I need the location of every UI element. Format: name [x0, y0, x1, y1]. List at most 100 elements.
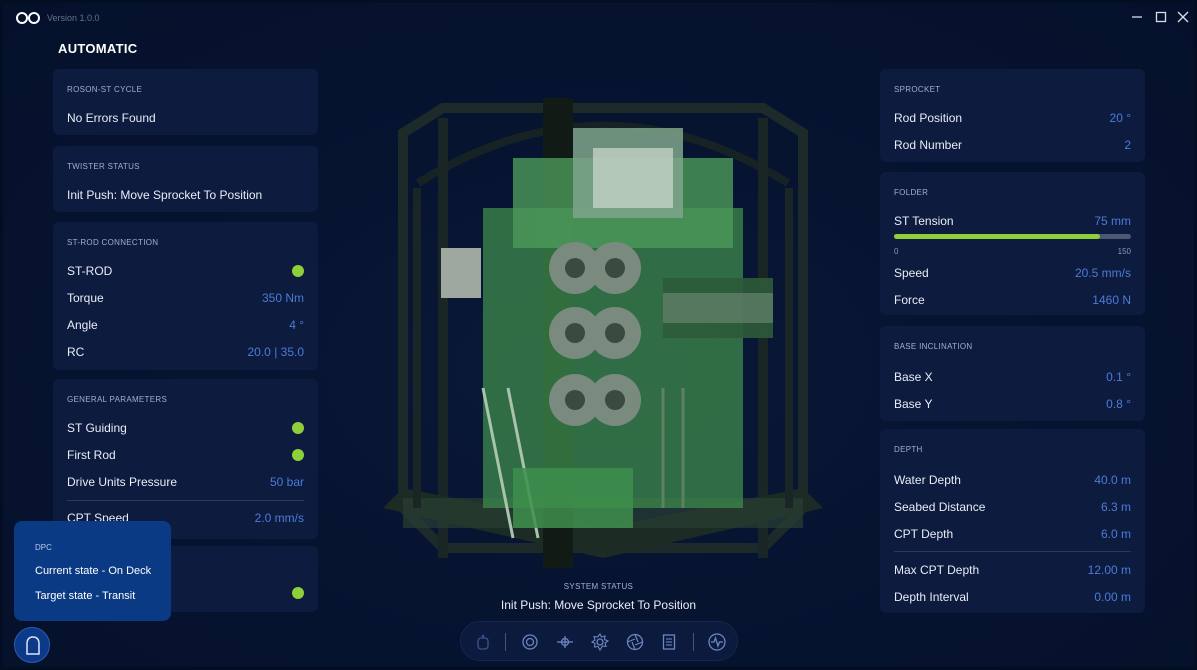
rod-number-row: Rod Number 2	[894, 136, 1131, 154]
base-x-value: 0.1 °	[1106, 370, 1131, 384]
speed-row: Speed 20.5 mm/s	[894, 264, 1131, 282]
cycle-card: ROSON-ST CYCLE No Errors Found	[53, 69, 318, 135]
st-tension-max-tick: 150	[1117, 247, 1131, 256]
crosshair-icon[interactable]	[555, 632, 575, 652]
rod-number-label: Rod Number	[894, 138, 963, 152]
dpc-popup[interactable]: DPC Current state - On Deck Target state…	[14, 521, 171, 621]
machine-3d-model[interactable]	[363, 88, 843, 598]
cpt-depth-value: 6.0 m	[1100, 527, 1131, 541]
st-guiding-label: ST Guiding	[67, 421, 127, 435]
max-cpt-depth-row: Max CPT Depth 12.00 m	[894, 561, 1131, 579]
force-row: Force 1460 N	[894, 291, 1131, 309]
force-label: Force	[894, 293, 925, 307]
first-rod-label: First Rod	[67, 448, 116, 462]
st-rod-label: ST-ROD	[67, 264, 113, 278]
seabed-distance-value: 6.3 m	[1100, 500, 1131, 514]
rod-position-label: Rod Position	[894, 111, 963, 125]
depth-card-title: DEPTH	[894, 445, 923, 454]
water-depth-label: Water Depth	[894, 473, 961, 487]
st-guiding-row: ST Guiding	[67, 419, 304, 437]
infinity-logo-icon	[16, 12, 40, 24]
angle-label: Angle	[67, 318, 98, 332]
cycle-card-title: ROSON-ST CYCLE	[67, 85, 143, 94]
minimize-icon[interactable]	[1129, 9, 1145, 25]
cpt-depth-label: CPT Depth	[894, 527, 954, 541]
rod-number-value: 2	[1124, 138, 1131, 152]
st-tension-value: 75 mm	[1094, 214, 1131, 228]
toolbar-divider	[693, 633, 694, 651]
water-depth-value: 40.0 m	[1094, 473, 1131, 487]
base-inclination-card-title: BASE INCLINATION	[894, 342, 973, 351]
close-icon[interactable]	[1175, 9, 1191, 25]
document-icon[interactable]	[659, 632, 679, 652]
seabed-distance-row: Seabed Distance 6.3 m	[894, 498, 1131, 516]
divider	[67, 500, 304, 501]
folder-card: FOLDER ST Tension 75 mm 0 150 Speed 20.5…	[880, 172, 1145, 315]
folder-card-title: FOLDER	[894, 188, 929, 197]
torque-row: Torque 350 Nm	[67, 289, 304, 307]
seabed-distance-label: Seabed Distance	[894, 500, 986, 514]
aperture-icon[interactable]	[625, 632, 645, 652]
cycle-status-text: No Errors Found	[67, 111, 156, 125]
st-tension-progress-bar	[894, 234, 1131, 239]
st-tension-label: ST Tension	[894, 214, 954, 228]
sprocket-card-title: SPROCKET	[894, 85, 941, 94]
target-icon[interactable]	[520, 632, 540, 652]
system-status-title: SYSTEM STATUS	[563, 582, 634, 591]
rod-position-value: 20 °	[1109, 111, 1131, 125]
speed-value: 20.5 mm/s	[1074, 266, 1131, 280]
st-guiding-status-dot	[292, 422, 304, 434]
drive-units-pressure-row: Drive Units Pressure 50 bar	[67, 473, 304, 491]
version-label: Version 1.0.0	[47, 13, 100, 23]
dpc-current-state: Current state - On Deck	[35, 565, 152, 577]
twister-card-title: TWISTER STATUS	[67, 162, 140, 171]
cpt-speed-value: 2.0 mm/s	[254, 511, 304, 525]
base-x-label: Base X	[894, 370, 933, 384]
st-rod-row: ST-ROD	[67, 262, 304, 280]
max-cpt-depth-value: 12.00 m	[1087, 563, 1131, 577]
st-tension-row: ST Tension 75 mm	[894, 212, 1131, 230]
app-window: Version 1.0.0 AUTOMATIC ROSON-ST CYCLE N…	[3, 3, 1194, 667]
bottom-toolbar	[460, 621, 738, 661]
rc-row: RC 20.0 | 35.0	[67, 343, 304, 361]
dpc-target-state: Target state - Transit	[35, 590, 136, 602]
torque-label: Torque	[67, 291, 104, 305]
base-y-value: 0.8 °	[1106, 397, 1131, 411]
general-card-title: GENERAL PARAMETERS	[67, 395, 168, 404]
torque-value: 350 Nm	[261, 291, 304, 305]
divider	[894, 551, 1131, 552]
rc-value: 20.0 | 35.0	[247, 345, 305, 359]
st-rod-status-dot	[292, 265, 304, 277]
drive-units-pressure-value: 50 bar	[269, 475, 304, 489]
sprocket-card: SPROCKET Rod Position 20 ° Rod Number 2	[880, 69, 1145, 162]
base-y-row: Base Y 0.8 °	[894, 395, 1131, 413]
angle-value: 4 °	[289, 318, 304, 332]
toolbar-divider	[505, 633, 506, 651]
angle-row: Angle 4 °	[67, 316, 304, 334]
waveform-icon[interactable]	[707, 632, 727, 652]
cpt-depth-row: CPT Depth 6.0 m	[894, 525, 1131, 543]
robot-icon[interactable]	[473, 632, 493, 652]
st-tension-min-tick: 0	[894, 247, 899, 256]
drive-units-pressure-label: Drive Units Pressure	[67, 475, 178, 489]
general-parameters-card: GENERAL PARAMETERS ST Guiding First Rod …	[53, 379, 318, 539]
capsule-icon	[26, 636, 40, 655]
dpc-toggle-button[interactable]	[14, 627, 50, 663]
gear-icon[interactable]	[590, 632, 610, 652]
dpc-title: DPC	[35, 543, 52, 552]
twister-status-card: TWISTER STATUS Init Push: Move Sprocket …	[53, 146, 318, 212]
st-rod-connection-card: ST-ROD CONNECTION ST-ROD Torque 350 Nm A…	[53, 222, 318, 370]
maximize-icon[interactable]	[1153, 9, 1169, 25]
page-title: AUTOMATIC	[58, 41, 138, 56]
base-y-label: Base Y	[894, 397, 933, 411]
first-rod-status-dot	[292, 449, 304, 461]
rod-position-row: Rod Position 20 °	[894, 109, 1131, 127]
base-inclination-card: BASE INCLINATION Base X 0.1 ° Base Y 0.8…	[880, 326, 1145, 421]
system-status-text: Init Push: Move Sprocket To Position	[500, 598, 697, 612]
title-bar: Version 1.0.0	[3, 3, 1194, 33]
first-rod-row: First Rod	[67, 446, 304, 464]
rc-label: RC	[67, 345, 85, 359]
force-value: 1460 N	[1092, 293, 1131, 307]
water-depth-row: Water Depth 40.0 m	[894, 471, 1131, 489]
st-tension-progress-fill	[894, 234, 1101, 239]
